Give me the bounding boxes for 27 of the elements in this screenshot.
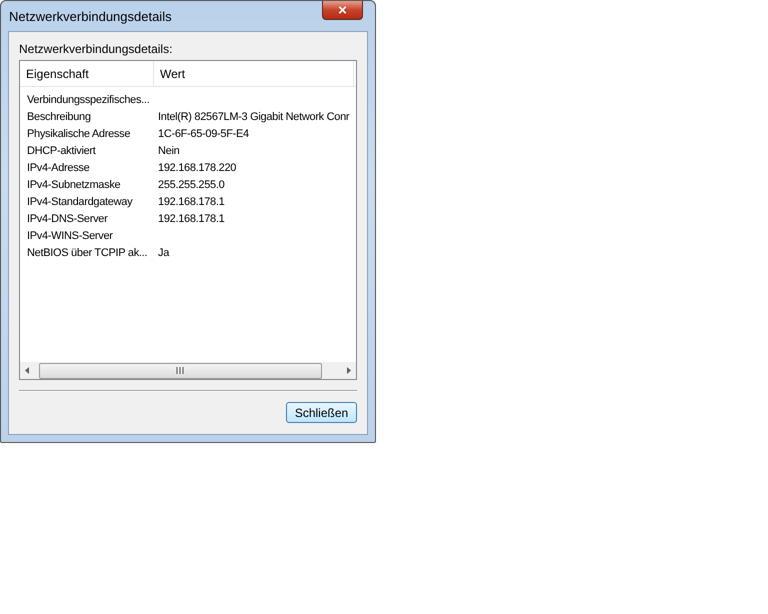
property-cell-text: Verbindungsspezifisches... [26,93,150,108]
value-cell-text: 1C-6F-65-09-5F-E4 [158,127,249,142]
property-cell-text: IPv4-Subnetzmaske [26,178,122,193]
property-cell-text: IPv4-WINS-Server [26,229,114,244]
value-cell-text: 255.255.255.0 [158,178,224,193]
list-label: Netzwerkverbindungsdetails: [19,42,174,56]
horizontal-scrollbar[interactable] [20,362,356,379]
scrollbar-thumb[interactable] [39,362,322,378]
property-cell-text: IPv4-Standardgateway [26,195,134,210]
close-dialog-button[interactable]: Schließen [286,402,357,423]
window-title: Netzwerkverbindungsdetails [8,8,172,24]
value-cell-text: Intel(R) 82567LM-3 Gigabit Network Conr [158,110,350,125]
property-cell-text: IPv4-Adresse [26,161,90,176]
property-cell-text: Beschreibung [26,110,92,125]
close-button[interactable]: × [322,1,363,20]
property-cell-text: NetBIOS über TCPIP ak... [26,246,148,261]
property-cell-text: DHCP-aktiviert [26,144,97,159]
value-cell-text: 192.168.178.1 [158,195,224,210]
value-cell-text: 192.168.178.1 [158,212,224,227]
property-cell-text: Physikalische Adresse [26,127,132,142]
column-header[interactable]: Eigenschaft [20,61,154,86]
value-cell-text: Ja [158,246,170,261]
property-cell-text: IPv4-DNS-Server [26,212,109,227]
value-cell-text: Nein [158,144,180,159]
column-header[interactable]: Wert [154,61,354,86]
value-cell-text: 192.168.178.220 [158,161,236,176]
grip-icon [176,367,185,374]
